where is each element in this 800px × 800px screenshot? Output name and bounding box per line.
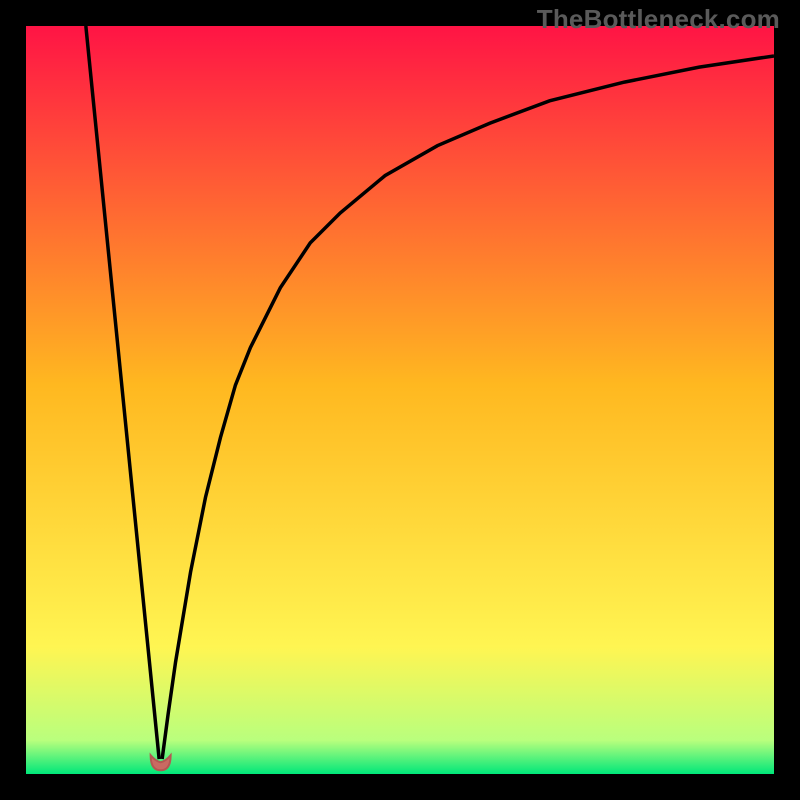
gradient-background [26, 26, 774, 774]
chart-frame: TheBottleneck.com [0, 0, 800, 800]
watermark-label: TheBottleneck.com [537, 4, 780, 35]
bottleneck-chart [26, 26, 774, 774]
plot-area [26, 26, 774, 774]
